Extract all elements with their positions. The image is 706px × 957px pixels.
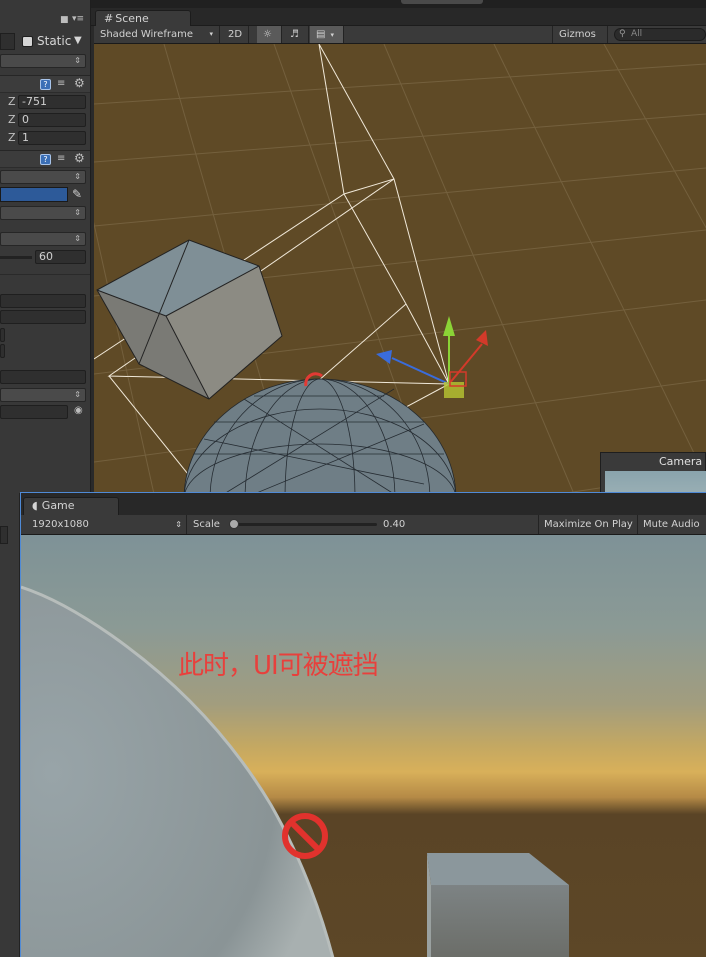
sun-icon: ☼ [263,29,272,40]
divider [0,274,90,275]
game-viewport[interactable]: 此时，UI可被遮挡 [21,535,706,957]
gear-icon[interactable]: ⚙ [74,77,86,90]
scene-tabbar: # Scene [91,8,706,27]
preset-icon[interactable]: ≡ [57,154,69,165]
scale-label: Scale [193,519,220,530]
scale-slider[interactable] [229,519,377,529]
scene-drawing [94,44,706,494]
chevron-updown-icon: ⇕ [74,208,81,217]
game-toolbar: 1920x1080 ⇕ Scale 0.40 Maximize On Play … [21,515,706,535]
rotation-z-label: Z [8,113,16,126]
render-mode-label: Shaded Wireframe [100,29,193,40]
audio-toggle[interactable]: ♬ [284,26,309,43]
camera-preview: Camera [600,452,706,497]
speaker-icon: ♬ [290,29,299,40]
projection-dropdown[interactable]: ⇕ [0,232,86,246]
fov-field[interactable]: 60 [35,250,86,264]
game-drawing [21,585,569,957]
chevron-down-icon: ▾ [209,30,213,38]
gizmos-label: Gizmos [559,29,596,40]
scene-search-input[interactable]: ⚲ All [614,28,706,41]
help-icon[interactable]: ? [40,154,51,165]
search-placeholder: All [631,29,643,39]
toggle-2d-button[interactable]: 2D [222,26,249,43]
position-z-field[interactable]: -751 [18,95,86,109]
panel-menu-icon[interactable]: ▾≡ [72,14,84,24]
scene-toolbar: Shaded Wireframe ▾ 2D ☼ ♬ ▤▾ Gizmos ▾ ⚲ … [94,26,706,56]
clip-near-field[interactable] [0,294,86,308]
search-icon: ⚲ [619,29,626,39]
clear-flags-dropdown[interactable]: ⇕ [0,170,86,184]
game-sphere [21,587,333,957]
mute-audio-toggle[interactable]: Mute Audio [637,515,705,534]
rendering-path-dropdown[interactable]: ⇕ [0,388,86,402]
chevron-updown-icon: ⇕ [175,520,182,529]
transform-header[interactable]: ? ≡ ⚙ [0,75,90,93]
position-z-label: Z [8,95,16,108]
inspector-lower [0,493,20,957]
static-dropdown-icon[interactable]: ▼ [74,35,82,46]
tab-game[interactable]: ◖ Game [23,497,119,515]
gizmos-dropdown[interactable]: Gizmos ▾ [552,26,608,56]
chevron-down-icon: ▾ [330,31,334,39]
preset-icon[interactable]: ≡ [57,79,69,90]
effects-toggle[interactable]: ▤ ▾ [310,26,344,43]
viewport-x-field[interactable] [0,328,5,342]
game-window: ◖ Game 1920x1080 ⇕ Scale 0.40 Maximize On… [20,492,706,957]
sphere-object [183,378,457,494]
gear-icon[interactable]: ⚙ [74,152,86,165]
clip-far-field[interactable] [0,310,86,324]
top-toolbar-strip [91,0,706,8]
culling-mask-dropdown[interactable]: ⇕ [0,206,86,220]
game-controller-icon: ◖ [32,499,38,512]
tab-scene-label: Scene [115,12,149,25]
maximize-on-play-toggle[interactable]: Maximize On Play [538,515,638,534]
chevron-updown-icon: ⇕ [74,56,81,65]
chevron-updown-icon: ⇕ [74,234,81,243]
camera-preview-title: Camera [659,455,703,468]
static-checkbox[interactable] [22,36,33,47]
scale-z-label: Z [8,131,16,144]
help-icon[interactable]: ? [40,79,51,90]
name-field[interactable] [0,33,15,50]
object-picker-icon[interactable]: ◉ [74,405,83,416]
tab-game-label: Game [41,499,75,512]
overlay-ui-text: 此时，UI可被遮挡 [178,651,379,681]
resolution-dropdown[interactable]: 1920x1080 ⇕ [21,515,187,534]
lock-icon[interactable]: ■ [60,15,69,25]
chevron-updown-icon: ⇕ [74,172,81,181]
rotation-z-field[interactable]: 0 [18,113,86,127]
background-color-field[interactable] [0,187,68,202]
image-icon: ▤ [316,29,326,40]
static-label: Static [37,34,72,48]
scale-value: 0.40 [383,519,406,530]
chevron-updown-icon: ⇕ [74,390,81,399]
forbidden-icon [282,813,328,859]
grid-icon: # [104,12,114,25]
lighting-toggle[interactable]: ☼ [257,26,282,43]
resolution-label: 1920x1080 [32,519,89,530]
cube-object [96,239,283,400]
layer-dropdown[interactable]: ⇕ [0,54,86,68]
game-cube [427,853,569,957]
fov-slider-track[interactable] [0,256,32,259]
target-texture-field[interactable] [0,405,68,419]
toolbar-button-group[interactable] [401,0,483,4]
scale-z-field[interactable]: 1 [18,131,86,145]
eyedropper-icon[interactable]: ✎ [72,187,82,201]
game-tabbar: ◖ Game [21,493,706,515]
tab-scene[interactable]: # Scene [95,10,191,27]
depth-field[interactable] [0,370,86,384]
render-mode-dropdown[interactable]: Shaded Wireframe ▾ [94,26,220,43]
scale-slider-thumb[interactable] [229,519,239,529]
viewport-w-field[interactable] [0,344,5,358]
scene-viewport[interactable] [94,44,706,494]
inspector-field-stub[interactable] [0,526,8,544]
camera-component-header[interactable]: ? ≡ ⚙ [0,150,90,168]
